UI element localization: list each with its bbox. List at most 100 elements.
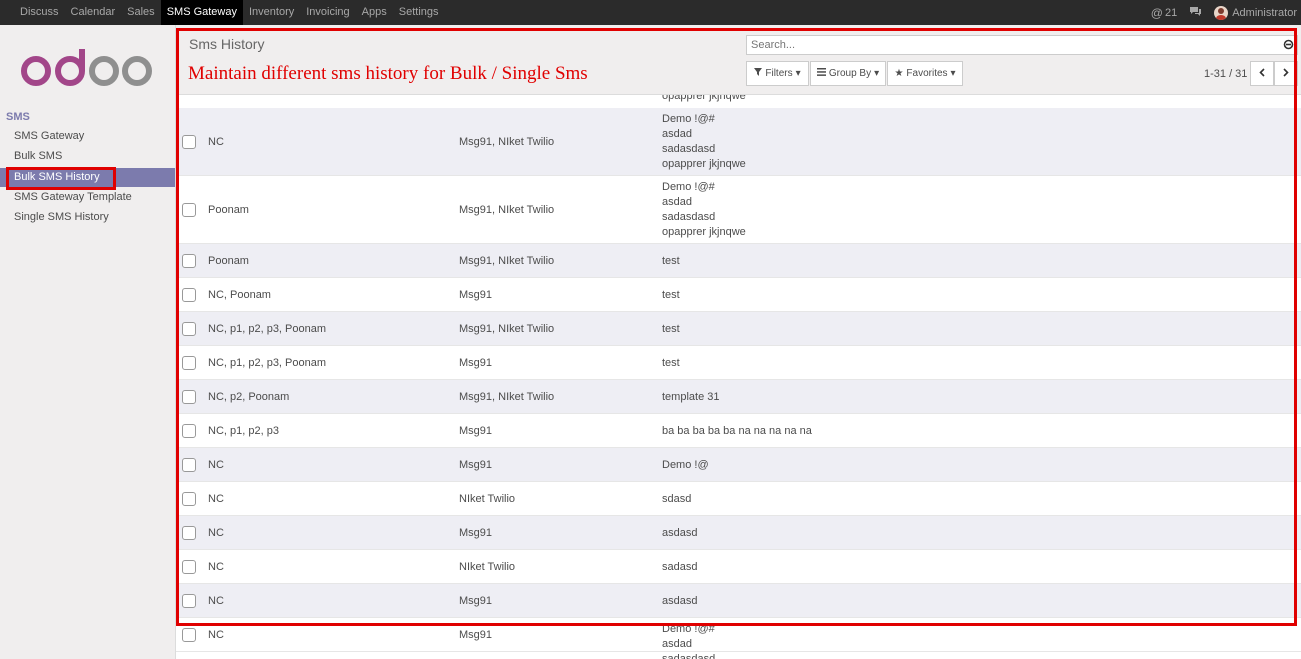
row-checkbox[interactable] [182, 135, 196, 149]
pager-value[interactable]: 1-31 / 31 [1204, 68, 1247, 80]
recipients-cell: NC [208, 492, 224, 505]
message-line: Demo !@# [662, 181, 715, 193]
message-line: sadasdasd [662, 211, 716, 223]
message-line: sdasd [662, 492, 692, 505]
message-cell: sadasd [662, 560, 697, 575]
row-checkbox[interactable] [182, 424, 196, 438]
recipients-cell: NC, p1, p2, p3, Poonam [208, 356, 327, 369]
table-row[interactable]: NC NIket Twilio sadasd [176, 550, 1301, 584]
sms-history-list: opapprer jkjnqwe NC Msg91, NIket Twilio De… [176, 95, 1301, 659]
table-row[interactable]: NC, p2, Poonam Msg91, NIket Twilio templat… [176, 380, 1301, 414]
recipients-cell: NC [208, 560, 224, 573]
menu-item-invoicing[interactable]: Invoicing [300, 0, 355, 25]
row-checkbox[interactable] [182, 288, 196, 302]
menu-item-sales[interactable]: Sales [121, 0, 161, 25]
groupby-button[interactable]: Group By ▾ [810, 61, 886, 86]
row-checkbox[interactable] [182, 390, 196, 404]
menu-item-apps[interactable]: Apps [356, 0, 393, 25]
message-line: asdasd [662, 594, 698, 607]
gateways-cell: Msg91, NIket Twilio [459, 203, 555, 216]
row-checkbox[interactable] [182, 492, 196, 506]
table-row[interactable]: NC, p1, p2, p3, Poonam Msg91, NIket Twili… [176, 312, 1301, 346]
message-cell: Demo !@# asdad sadasdasd [662, 622, 715, 659]
table-row[interactable]: NC, Poonam Msg91 test [176, 278, 1301, 312]
gateways-cell: Msg91 [459, 594, 493, 607]
recipients-cell: NC, p1, p2, p3, Poonam [208, 322, 327, 335]
message-line: test [662, 322, 680, 335]
row-checkbox[interactable] [182, 560, 196, 574]
table-row[interactable]: NC, p1, p2, p3 Msg91 ba ba ba ba ba na na … [176, 414, 1301, 448]
message-cell: template 31 [662, 390, 719, 405]
message-cell: asdasd [662, 526, 697, 541]
message-line: sadasd [662, 560, 698, 573]
menu-item-settings[interactable]: Settings [393, 0, 445, 25]
table-row[interactable]: NC Msg91 Demo !@# asdad sadasdasd [176, 618, 1301, 659]
annotation-text: Maintain different sms history for Bulk … [188, 63, 588, 84]
message-line: sadasdasd [662, 143, 716, 155]
row-checkbox[interactable] [182, 594, 196, 608]
row-checkbox[interactable] [182, 322, 196, 336]
menu-item-calendar[interactable]: Calendar [65, 0, 122, 25]
message-cell: test [662, 356, 680, 371]
message-line: opapprer jkjnqwe [662, 158, 746, 170]
caret-down-icon: ▾ [795, 68, 801, 79]
search-icon[interactable] [1283, 39, 1294, 53]
gateways-cell: NIket Twilio [459, 492, 516, 505]
row-checkbox[interactable] [182, 628, 196, 642]
table-row[interactable]: NC Msg91 asdasd [176, 584, 1301, 618]
message-line: test [662, 254, 680, 267]
menu-item-inventory[interactable]: Inventory [243, 0, 300, 25]
recipients-cell: NC, p2, Poonam [208, 390, 290, 403]
user-name: Administrator [1232, 6, 1297, 19]
caret-down-icon: ▾ [874, 68, 880, 79]
sidebar-item-single-sms-history[interactable]: Single SMS History [0, 208, 175, 227]
row-checkbox[interactable] [182, 203, 196, 217]
search-input[interactable] [747, 36, 1275, 54]
row-checkbox[interactable] [182, 458, 196, 472]
mention-indicator[interactable]: @ 21 [1151, 6, 1177, 20]
table-row[interactable]: NC Msg91 Demo !@ [176, 448, 1301, 482]
message-line: Demo !@# [662, 623, 715, 635]
message-cell: sdasd [662, 492, 691, 507]
table-row[interactable]: NC Msg91, NIket Twilio Demo !@# asdad sadasd… [176, 108, 1301, 176]
message-line: opapprer jkjnqwe [662, 226, 746, 238]
recipients-cell: NC [208, 628, 224, 641]
sidebar-item-bulk-sms-history[interactable]: Bulk SMS History [0, 168, 175, 187]
menu-item-discuss[interactable]: Discuss [14, 0, 65, 25]
table-row[interactable]: NC Msg91 asdasd [176, 516, 1301, 550]
favorites-button[interactable]: ★ Favorites ▾ [887, 61, 963, 86]
sidebar-item-bulk-sms[interactable]: Bulk SMS [0, 147, 175, 166]
sidebar-item-sms-gateway-template[interactable]: SMS Gateway Template [0, 188, 175, 207]
star-icon: ★ [894, 68, 904, 79]
message-line: asdasd [662, 526, 698, 539]
odoo-logo[interactable] [20, 49, 154, 92]
recipients-cell: NC, Poonam [208, 288, 271, 301]
filters-button[interactable]: Filters ▾ [746, 61, 809, 86]
message-line: sadasdasd [662, 653, 716, 659]
recipients-cell: NC, p1, p2, p3 [208, 424, 279, 437]
recipients-cell: NC [208, 526, 224, 539]
chat-bubble-icon[interactable] [1189, 6, 1202, 20]
breadcrumb[interactable]: Sms History [189, 36, 264, 52]
mention-count: 21 [1164, 6, 1178, 19]
pager-previous-button[interactable] [1250, 61, 1274, 86]
row-checkbox[interactable] [182, 356, 196, 370]
pager-next-button[interactable] [1274, 61, 1298, 86]
top-navbar: Discuss Calendar Sales SMS Gateway Inventory… [0, 0, 1301, 25]
gateways-cell: Msg91 [459, 424, 493, 437]
table-row[interactable]: NC, p1, p2, p3, Poonam Msg91 test [176, 346, 1301, 380]
favorites-label: Favorites [906, 68, 948, 79]
user-menu[interactable]: Administrator [1214, 5, 1297, 20]
row-checkbox[interactable] [182, 526, 196, 540]
message-cell: test [662, 254, 680, 269]
groupby-label: Group By [828, 68, 872, 79]
partial-message-line: opapprer jkjnqwe [662, 95, 746, 102]
sidebar-item-sms-gateway[interactable]: SMS Gateway [0, 127, 175, 146]
table-row[interactable]: NC NIket Twilio sdasd [176, 482, 1301, 516]
menu-item-sms-gateway[interactable]: SMS Gateway [160, 0, 243, 25]
table-row[interactable]: Poonam Msg91, NIket Twilio Demo !@# asdad sa… [176, 176, 1301, 244]
search-box [746, 35, 1298, 55]
table-row[interactable]: Poonam Msg91, NIket Twilio test [176, 244, 1301, 278]
filter-icon [754, 68, 763, 79]
row-checkbox[interactable] [182, 254, 196, 268]
